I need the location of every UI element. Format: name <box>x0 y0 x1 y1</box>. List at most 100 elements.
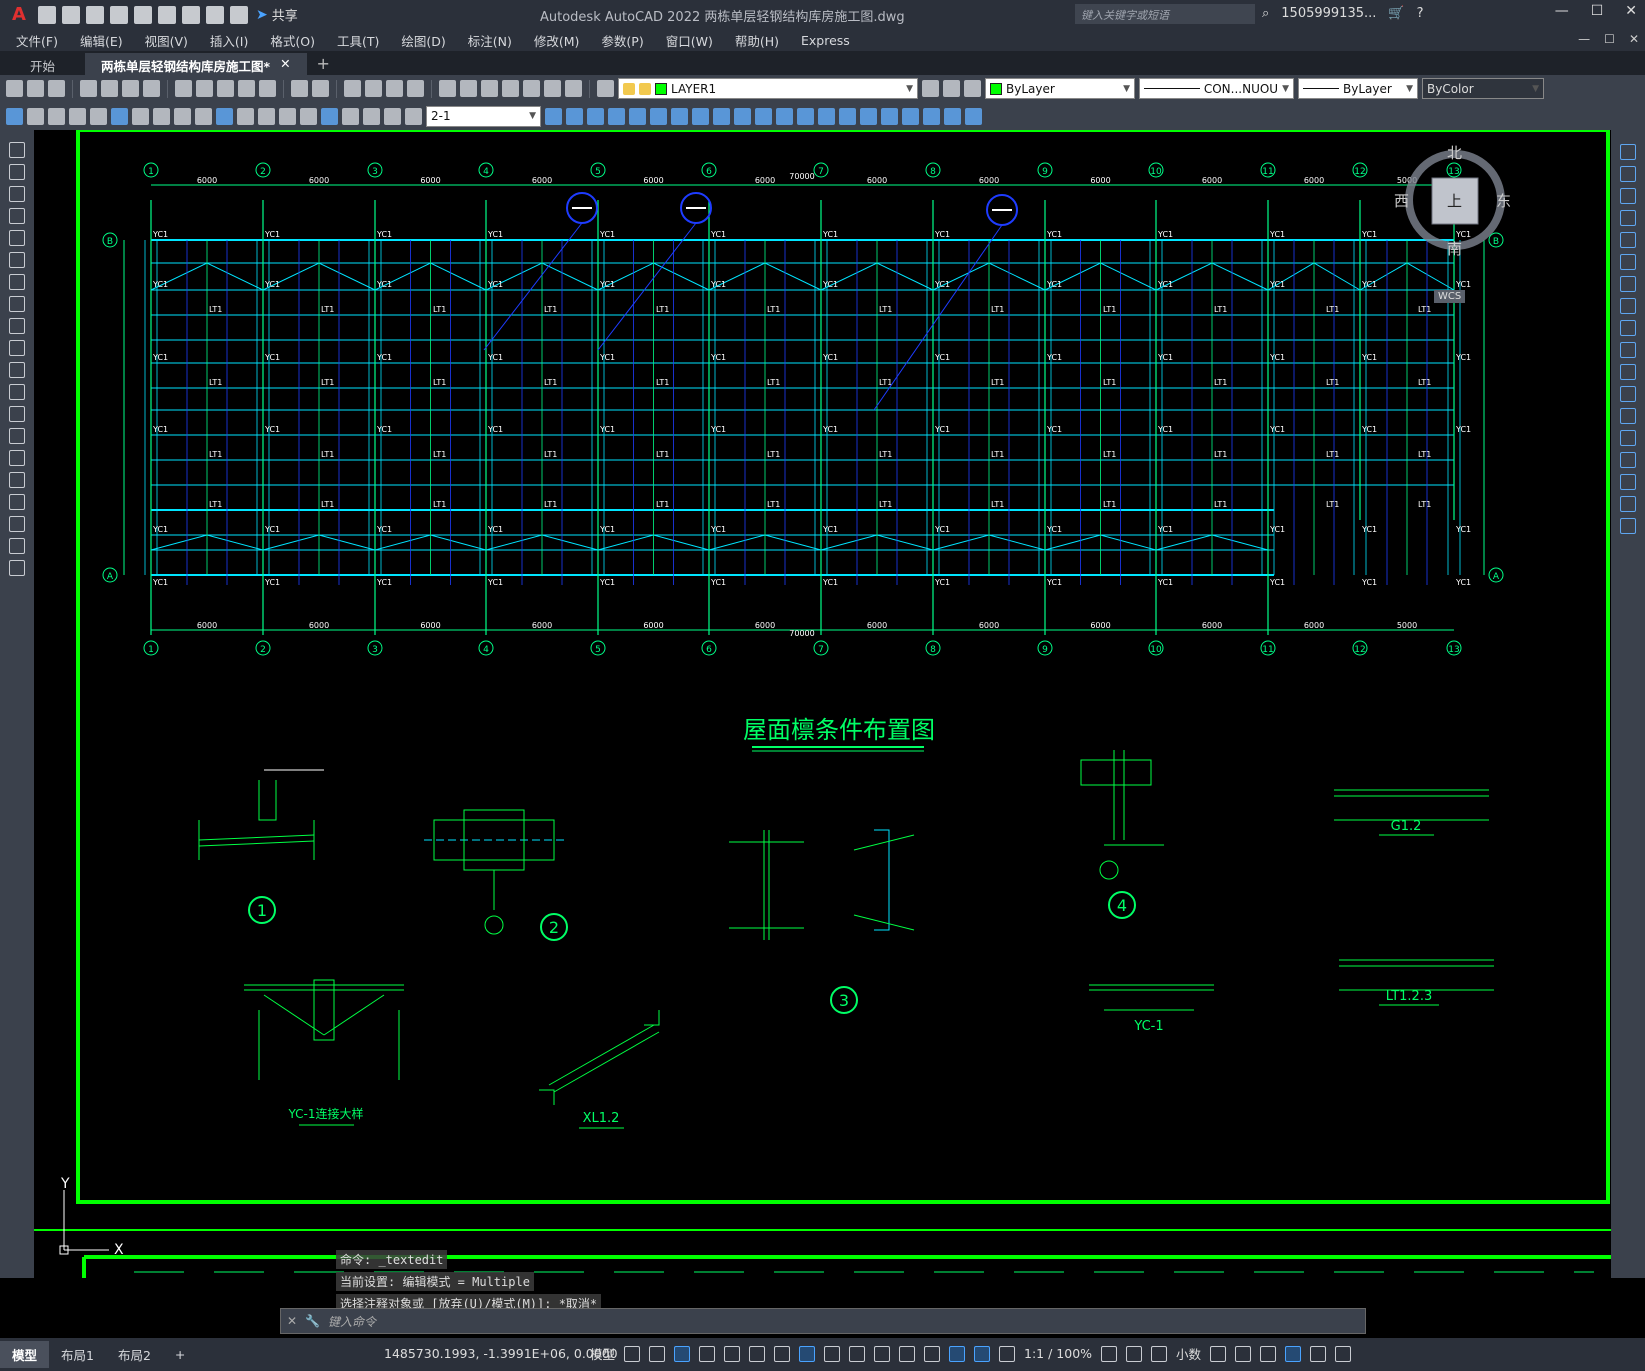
new-file-icon[interactable] <box>38 5 56 24</box>
search-input[interactable]: 键入关键字或短语 <box>1075 4 1255 24</box>
publish-icon[interactable] <box>122 80 139 97</box>
mirror-icon[interactable] <box>608 107 625 125</box>
menu-item-9[interactable]: 参数(P) <box>601 31 643 50</box>
explode-icon[interactable] <box>797 107 814 125</box>
rotate-icon[interactable] <box>1620 276 1636 292</box>
tool-palettes-icon[interactable] <box>481 80 498 97</box>
copy-icon[interactable] <box>1620 166 1636 182</box>
dim-arc-icon[interactable] <box>48 107 65 125</box>
color-combo[interactable]: ByLayer ▼ <box>985 78 1135 99</box>
blend-icon[interactable] <box>1620 496 1636 512</box>
tab-model[interactable]: 模型 <box>0 1341 50 1368</box>
polygon-icon[interactable] <box>9 208 25 224</box>
sheet-set-icon[interactable] <box>502 80 519 97</box>
layer-properties-icon[interactable] <box>597 80 614 97</box>
layer-combo[interactable]: LAYER1 ▼ <box>618 78 918 99</box>
open-web-icon[interactable] <box>134 5 152 24</box>
viewcube[interactable]: 北 南 东 西 上 <box>1394 142 1511 258</box>
dim-style-combo[interactable]: 2-1 ▼ <box>426 105 541 127</box>
block-editor-icon[interactable] <box>259 80 276 97</box>
plot-icon[interactable] <box>182 5 200 24</box>
command-input[interactable]: 键入命令 <box>328 1313 376 1330</box>
hatch-icon[interactable] <box>9 450 25 466</box>
point-icon[interactable] <box>9 428 25 444</box>
new-icon[interactable] <box>6 80 23 97</box>
close-button[interactable]: ✕ <box>1625 3 1637 19</box>
spline-icon[interactable] <box>9 318 25 334</box>
undo-icon[interactable] <box>206 5 224 24</box>
insert-icon[interactable] <box>965 107 982 125</box>
tab-layout1[interactable]: 布局1 <box>49 1341 106 1368</box>
zoom-realtime-icon[interactable] <box>365 80 382 97</box>
chamfer-icon[interactable] <box>755 107 772 125</box>
polar-icon[interactable] <box>699 1345 716 1362</box>
dim-linear-icon[interactable] <box>6 107 23 125</box>
plotstyle-combo[interactable]: ByColor ▼ <box>1422 78 1544 99</box>
save-web-icon[interactable] <box>158 5 176 24</box>
share-button[interactable]: ➤ 共享 <box>256 5 298 25</box>
menu-item-4[interactable]: 格式(O) <box>270 31 315 50</box>
tab-layout2[interactable]: 布局2 <box>106 1341 163 1368</box>
clean-screen-icon[interactable] <box>1310 1345 1327 1362</box>
lineweight-icon[interactable] <box>799 1345 816 1362</box>
undo-icon[interactable] <box>291 80 308 97</box>
offset-icon[interactable] <box>839 107 856 125</box>
redo-icon[interactable] <box>230 5 248 24</box>
dim-diameter-icon[interactable] <box>132 107 149 125</box>
extend-icon[interactable] <box>692 107 709 125</box>
selection-filter-icon[interactable] <box>924 1345 941 1362</box>
workspace-icon[interactable] <box>1101 1345 1118 1362</box>
fillet-icon[interactable] <box>1620 474 1636 490</box>
annotation-scale[interactable]: 1:1 / 100% <box>1024 1346 1092 1361</box>
scale-icon[interactable] <box>629 107 646 125</box>
cut-icon[interactable] <box>175 80 192 97</box>
doc-restore-button[interactable]: ☐ <box>1604 32 1615 46</box>
chamfer-icon[interactable] <box>1620 452 1636 468</box>
lineweight-combo[interactable]: ByLayer ▼ <box>1298 78 1418 99</box>
menu-item-12[interactable]: Express <box>801 33 850 48</box>
object-snap-tracking-icon[interactable] <box>749 1345 766 1362</box>
grid-icon[interactable] <box>624 1345 641 1362</box>
mirror-icon[interactable] <box>1620 188 1636 204</box>
dim-jogged-icon[interactable] <box>111 107 128 125</box>
extend-icon[interactable] <box>1620 364 1636 380</box>
3d-dwf-icon[interactable] <box>143 80 160 97</box>
dim-edit-icon[interactable] <box>363 107 380 125</box>
close-tab-icon[interactable]: ✕ <box>280 56 290 72</box>
explode-icon[interactable] <box>1620 518 1636 534</box>
join-icon[interactable] <box>1620 430 1636 446</box>
isolate-objects-icon[interactable] <box>1260 1345 1277 1362</box>
gradient-icon[interactable] <box>9 472 25 488</box>
ellipse-arc-icon[interactable] <box>9 362 25 378</box>
erase-icon[interactable] <box>860 107 877 125</box>
transparency-icon[interactable] <box>824 1345 841 1362</box>
match-properties-icon[interactable] <box>238 80 255 97</box>
auto-scale-icon[interactable] <box>999 1345 1016 1362</box>
plus-icon[interactable] <box>1126 1345 1143 1362</box>
break-at-point-icon[interactable] <box>1620 386 1636 402</box>
menu-item-11[interactable]: 帮助(H) <box>735 31 779 50</box>
isodraft-icon[interactable] <box>724 1345 741 1362</box>
offset-icon[interactable] <box>1620 210 1636 226</box>
break-icon[interactable] <box>713 107 730 125</box>
region-icon[interactable] <box>9 494 25 510</box>
construction-line-icon[interactable] <box>9 164 25 180</box>
multiline-text-icon[interactable] <box>9 538 25 554</box>
viewcube-top[interactable]: 上 <box>1447 190 1462 211</box>
add-layout-button[interactable]: + <box>163 1343 197 1366</box>
dim-text-edit-icon[interactable] <box>384 107 401 125</box>
dim-radius-icon[interactable] <box>90 107 107 125</box>
ortho-icon[interactable] <box>674 1345 691 1362</box>
preview-icon[interactable] <box>101 80 118 97</box>
redo-icon[interactable] <box>312 80 329 97</box>
viewcube-north[interactable]: 北 <box>1447 142 1462 163</box>
doc-close-button[interactable]: ✕ <box>1629 32 1639 46</box>
viewcube-west[interactable]: 西 <box>1394 190 1409 211</box>
trim-icon[interactable] <box>671 107 688 125</box>
model-space-button[interactable]: 模型 <box>590 1344 615 1363</box>
autocad-logo-icon[interactable]: A <box>0 0 38 29</box>
menu-item-7[interactable]: 标注(N) <box>468 31 512 50</box>
hardware-acceleration-icon[interactable] <box>1285 1345 1302 1362</box>
arc-icon[interactable] <box>9 252 25 268</box>
close-command-icon[interactable]: ✕ <box>287 1314 297 1328</box>
